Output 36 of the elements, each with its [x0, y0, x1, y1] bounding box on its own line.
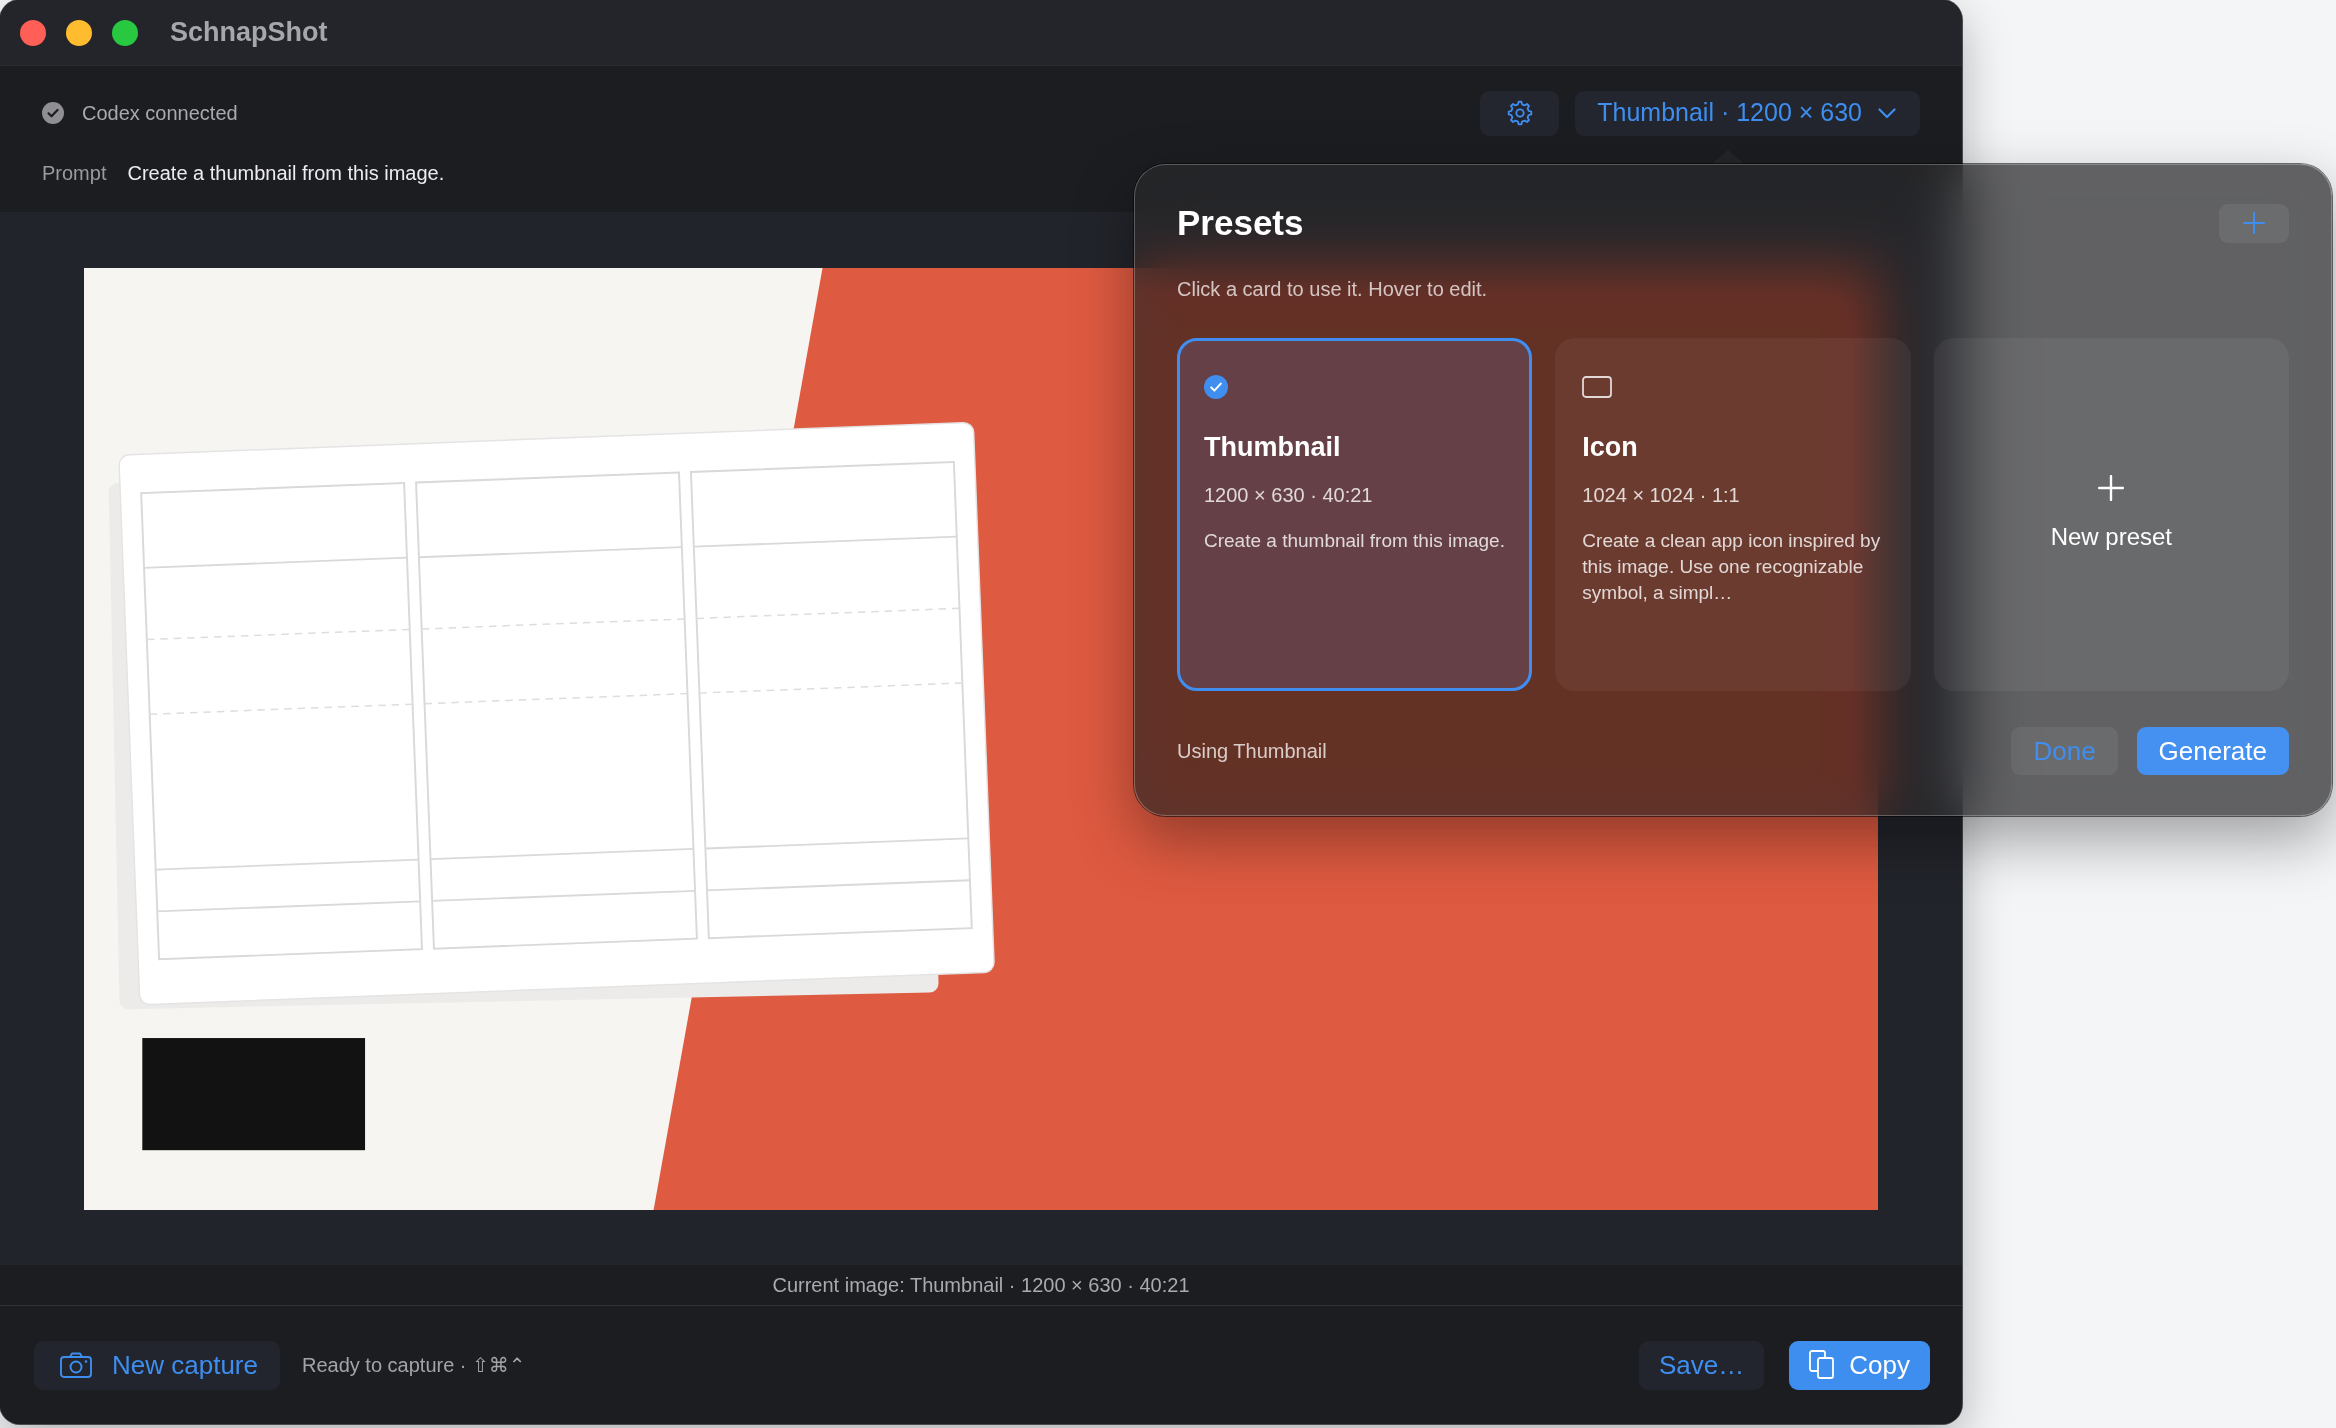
- check-circle-icon: [1204, 375, 1228, 399]
- image-caption: Current image: Thumbnail · 1200 × 630 · 40:21: [772, 1273, 1190, 1298]
- zoom-button[interactable]: [112, 19, 138, 46]
- window-title: SchnapShot: [170, 19, 328, 46]
- popover-hint: Click a card to use it. Hover to edit.: [1177, 277, 1489, 301]
- prompt-label: Prompt: [42, 161, 107, 186]
- camera-icon: [60, 1352, 92, 1378]
- preset-card[interactable]: Thumbnail 1200 × 630 · 40:21 Create a thumbnail from this image.: [1177, 338, 1533, 691]
- close-button[interactable]: [20, 19, 46, 46]
- chevron-down-icon: [1878, 107, 1896, 119]
- plus-icon: [2098, 474, 2125, 501]
- minimize-button[interactable]: [66, 19, 92, 46]
- new-capture-button[interactable]: New capture: [34, 1340, 280, 1390]
- preset-size: 1200 × 630 · 40:21: [1204, 483, 1373, 508]
- copy-button[interactable]: Copy: [1789, 1340, 1930, 1390]
- preset-name: Thumbnail: [1204, 431, 1341, 463]
- new-preset-card[interactable]: New preset: [1933, 338, 2289, 691]
- preset-card[interactable]: Icon 1024 × 1024 · 1:1 Create a clean app icon inspired by this image. Use one recognizable symbol, a simpl…: [1555, 338, 1911, 691]
- status-text: Codex connected: [82, 101, 238, 126]
- popover-status-text: Using Thumbnail: [1177, 739, 1327, 764]
- preset-prompt: Create a thumbnail from this image.: [1204, 529, 1505, 553]
- generate-button[interactable]: Generate: [2136, 727, 2289, 775]
- plus-icon: [2243, 212, 2265, 234]
- check-circle-icon: [42, 102, 64, 124]
- preset-prompt: Create a clean app icon inspired by this image. Use one recognizable symbol, a simpl…: [1582, 529, 1882, 605]
- preset-name: Icon: [1582, 431, 1638, 463]
- save-button[interactable]: Save…: [1639, 1340, 1765, 1390]
- copy-icon: [1809, 1350, 1836, 1380]
- capture-status-text: Ready to capture · ⇧⌘⌃: [301, 1353, 526, 1378]
- settings-icon: [1506, 100, 1533, 126]
- settings-button[interactable]: [1480, 90, 1560, 136]
- preset-size: 1024 × 1024 · 1:1: [1582, 483, 1740, 508]
- rectangle-icon: [1582, 375, 1613, 399]
- preset-dropdown[interactable]: Thumbnail · 1200 × 630: [1575, 90, 1920, 136]
- prompt-text: Create a thumbnail from this image.: [127, 161, 445, 186]
- popover-title: Presets: [1177, 202, 1304, 244]
